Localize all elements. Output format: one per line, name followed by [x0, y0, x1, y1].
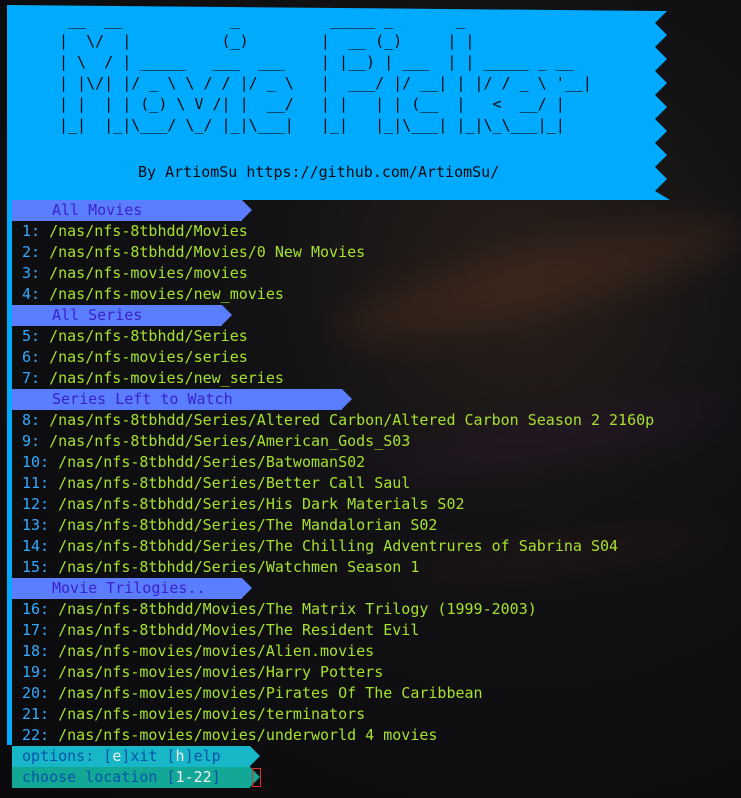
location-path: /nas/nfs-8tbhdd/Movies/0 New Movies	[49, 243, 366, 261]
location-number: 12:	[22, 495, 50, 513]
location-number: 2:	[22, 243, 41, 261]
location-item[interactable]: 2: /nas/nfs-8tbhdd/Movies/0 New Movies	[12, 242, 741, 263]
section-header: Movie Trilogies..	[12, 578, 252, 599]
location-path: /nas/nfs-movies/movies/Pirates Of The Ca…	[58, 684, 483, 702]
location-number: 11:	[22, 474, 50, 492]
location-list: All Movies 1: /nas/nfs-8tbhdd/Movies 2: /n…	[12, 200, 741, 746]
section-title: Series Left to Watch	[52, 390, 233, 408]
location-item[interactable]: 4: /nas/nfs-movies/new_movies	[12, 284, 741, 305]
options-prefix: options: [	[22, 747, 113, 765]
location-item[interactable]: 12: /nas/nfs-8tbhdd/Series/His Dark Mate…	[12, 494, 741, 515]
location-item[interactable]: 1: /nas/nfs-8tbhdd/Movies	[12, 221, 741, 242]
location-number: 18:	[22, 642, 50, 660]
section-title: All Movies	[52, 201, 143, 219]
location-path: /nas/nfs-movies/movies/terminators	[58, 705, 366, 723]
location-item[interactable]: 11: /nas/nfs-8tbhdd/Series/Better Call S…	[12, 473, 741, 494]
location-number: 14:	[22, 537, 50, 555]
location-path: /nas/nfs-movies/movies	[49, 264, 248, 282]
ascii-logo: __ __ _ _____ _ _ | \/ | (_) | __ (_) | …	[59, 11, 592, 134]
location-path: /nas/nfs-8tbhdd/Movies	[49, 222, 248, 240]
section-title: All Series	[52, 306, 143, 324]
location-number: 17:	[22, 621, 50, 639]
location-item[interactable]: 10: /nas/nfs-8tbhdd/Series/BatwomanS02	[12, 452, 741, 473]
location-path: /nas/nfs-8tbhdd/Series/The Chilling Adve…	[58, 537, 619, 555]
location-path: /nas/nfs-8tbhdd/Series/Better Call Saul	[58, 474, 411, 492]
location-item[interactable]: 17: /nas/nfs-8tbhdd/Movies/The Resident …	[12, 620, 741, 641]
location-number: 3:	[22, 264, 41, 282]
location-path: /nas/nfs-8tbhdd/Series/The Mandalorian S…	[58, 516, 438, 534]
location-path: /nas/nfs-movies/movies/Alien.movies	[58, 642, 375, 660]
location-number: 5:	[22, 327, 41, 345]
options-line: options: [e]xit [h]elp	[12, 746, 260, 767]
location-path: /nas/nfs-movies/movies/underworld 4 movi…	[58, 726, 438, 744]
location-path: /nas/nfs-movies/series	[49, 348, 248, 366]
location-number: 19:	[22, 663, 50, 681]
location-item[interactable]: 16: /nas/nfs-8tbhdd/Movies/The Matrix Tr…	[12, 599, 741, 620]
location-path: /nas/nfs-8tbhdd/Movies/The Resident Evil	[58, 621, 420, 639]
author-byline: By ArtiomSu https://github.com/ArtiomSu/	[138, 163, 500, 181]
location-item[interactable]: 3: /nas/nfs-movies/movies	[12, 263, 741, 284]
location-number: 4:	[22, 285, 41, 303]
location-item[interactable]: 21: /nas/nfs-movies/movies/terminators	[12, 704, 741, 725]
location-number: 8:	[22, 411, 41, 429]
location-number: 16:	[22, 600, 50, 618]
location-number: 7:	[22, 369, 41, 387]
location-item[interactable]: 8: /nas/nfs-8tbhdd/Series/Altered Carbon…	[12, 410, 741, 431]
location-path: /nas/nfs-8tbhdd/Movies/The Matrix Trilog…	[58, 600, 537, 618]
location-path: /nas/nfs-8tbhdd/Series/American_Gods_S03	[49, 432, 411, 450]
text-cursor[interactable]	[252, 768, 261, 787]
help-label-rest: ]elp	[184, 747, 221, 765]
location-item[interactable]: 18: /nas/nfs-movies/movies/Alien.movies	[12, 641, 741, 662]
location-number: 20:	[22, 684, 50, 702]
location-path: /nas/nfs-movies/new_series	[49, 369, 284, 387]
location-number: 1:	[22, 222, 41, 240]
location-path: /nas/nfs-movies/movies/Harry Potters	[58, 663, 384, 681]
exit-key[interactable]: e	[112, 747, 121, 765]
location-path: /nas/nfs-8tbhdd/Series	[49, 327, 248, 345]
location-item[interactable]: 6: /nas/nfs-movies/series	[12, 347, 741, 368]
location-path: /nas/nfs-8tbhdd/Series/His Dark Material…	[58, 495, 465, 513]
prompt-range: 1-22	[175, 768, 212, 786]
location-item[interactable]: 22: /nas/nfs-movies/movies/underworld 4 …	[12, 725, 741, 746]
location-item[interactable]: 19: /nas/nfs-movies/movies/Harry Potters	[12, 662, 741, 683]
location-path: /nas/nfs-8tbhdd/Series/Watchmen Season 1	[58, 558, 420, 576]
location-item[interactable]: 20: /nas/nfs-movies/movies/Pirates Of Th…	[12, 683, 741, 704]
help-key[interactable]: h	[176, 747, 185, 765]
location-path: /nas/nfs-8tbhdd/Series/BatwomanS02	[58, 453, 366, 471]
location-item[interactable]: 13: /nas/nfs-8tbhdd/Series/The Mandalori…	[12, 515, 741, 536]
location-number: 21:	[22, 705, 50, 723]
location-item[interactable]: 9: /nas/nfs-8tbhdd/Series/American_Gods_…	[12, 431, 741, 452]
location-number: 9:	[22, 432, 41, 450]
location-number: 13:	[22, 516, 50, 534]
section-header: All Movies	[12, 200, 252, 221]
prompt-suffix: ]	[211, 768, 221, 786]
title-banner: __ __ _ _____ _ _ | \/ | (_) | __ (_) | …	[7, 5, 670, 200]
location-number: 10:	[22, 453, 50, 471]
exit-label-rest: ]xit [	[121, 747, 176, 765]
section-title: Movie Trilogies..	[52, 579, 206, 597]
location-path: /nas/nfs-8tbhdd/Series/Altered Carbon/Al…	[49, 411, 655, 429]
location-item[interactable]: 14: /nas/nfs-8tbhdd/Series/The Chilling …	[12, 536, 741, 557]
location-item[interactable]: 15: /nas/nfs-8tbhdd/Series/Watchmen Seas…	[12, 557, 741, 578]
location-number: 15:	[22, 558, 50, 576]
choose-location-prompt: choose location [1-22]	[12, 767, 260, 788]
location-item[interactable]: 5: /nas/nfs-8tbhdd/Series	[12, 326, 741, 347]
section-header: Series Left to Watch	[12, 389, 352, 410]
prompt-prefix: choose location [	[22, 768, 176, 786]
section-header: All Series	[12, 305, 232, 326]
location-number: 22:	[22, 726, 50, 744]
location-item[interactable]: 7: /nas/nfs-movies/new_series	[12, 368, 741, 389]
location-path: /nas/nfs-movies/new_movies	[49, 285, 284, 303]
location-number: 6:	[22, 348, 41, 366]
